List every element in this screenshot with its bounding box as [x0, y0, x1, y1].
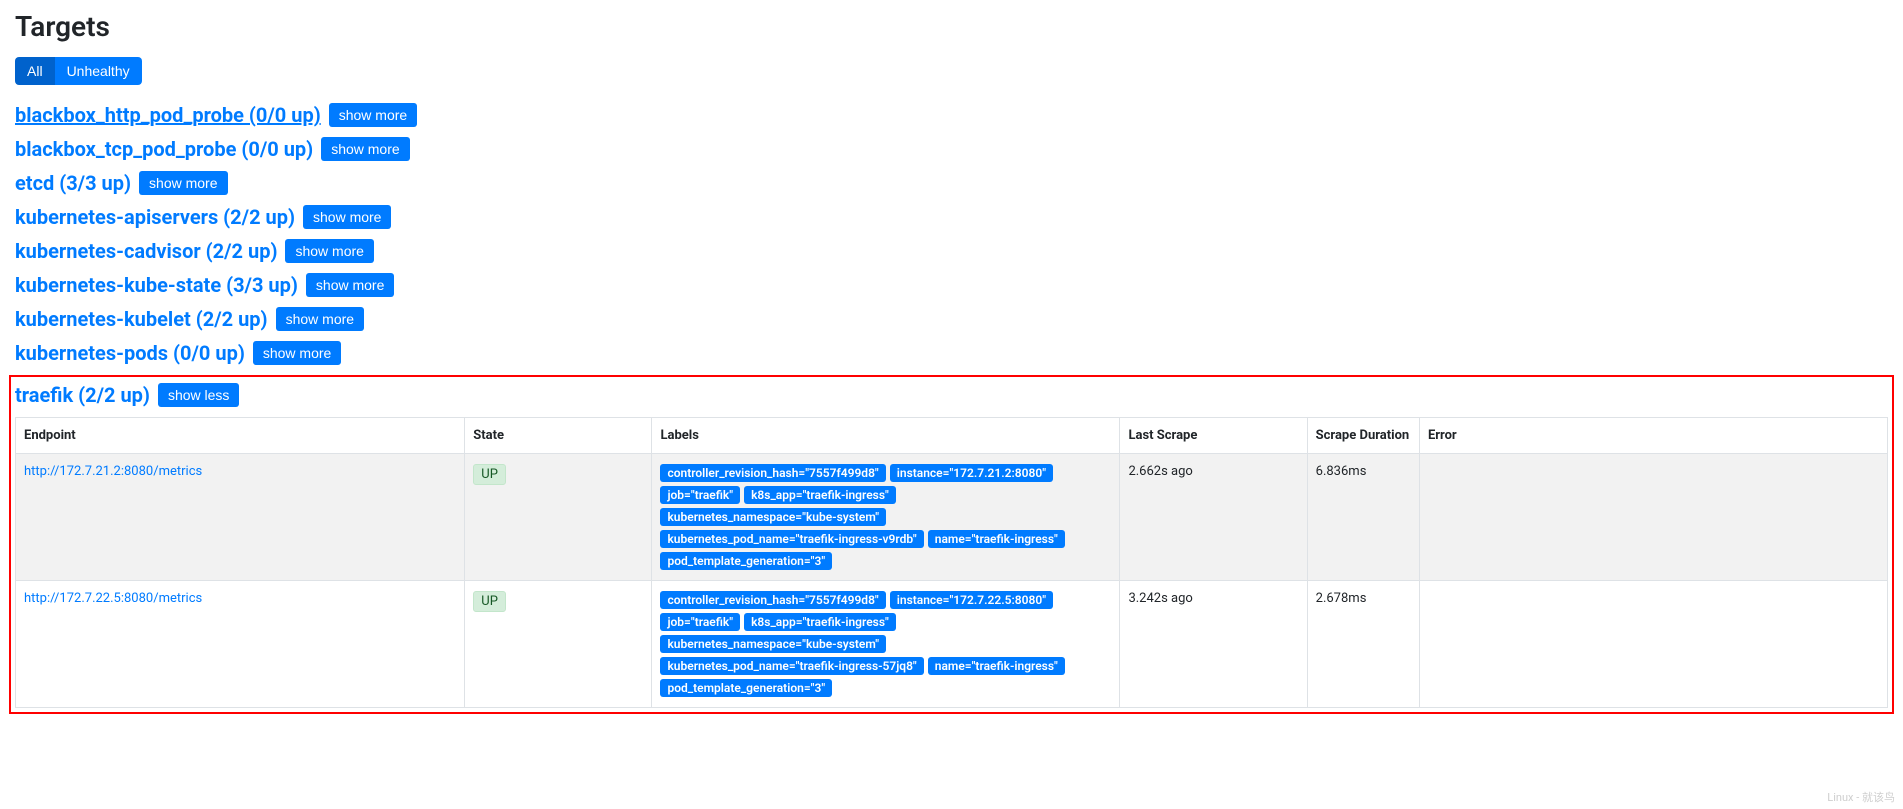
target-link-traefik[interactable]: traefik (2/2 up): [15, 383, 150, 407]
state-badge: UP: [473, 464, 506, 485]
label-badge: kubernetes_namespace="kube-system": [660, 635, 886, 653]
col-endpoint: Endpoint: [16, 418, 465, 454]
endpoints-table: Endpoint State Labels Last Scrape Scrape…: [15, 417, 1888, 708]
col-state: State: [465, 418, 652, 454]
show-more-button[interactable]: show more: [276, 307, 364, 331]
endpoint-link[interactable]: http://172.7.22.5:8080/metrics: [24, 591, 202, 606]
label-badge: name="traefik-ingress": [928, 530, 1065, 548]
show-more-button[interactable]: show more: [321, 137, 409, 161]
target-row: kubernetes-cadvisor (2/2 up) show more: [15, 239, 1888, 263]
col-scrape-duration: Scrape Duration: [1307, 418, 1419, 454]
target-row: kubernetes-apiservers (2/2 up) show more: [15, 205, 1888, 229]
label-badge: k8s_app="traefik-ingress": [744, 613, 896, 631]
show-more-button[interactable]: show more: [139, 171, 227, 195]
table-row: http://172.7.22.5:8080/metrics UP controll…: [16, 581, 1888, 708]
target-row: etcd (3/3 up) show more: [15, 171, 1888, 195]
label-badge: pod_template_generation="3": [660, 552, 832, 570]
show-more-button[interactable]: show more: [329, 103, 417, 127]
target-link[interactable]: kubernetes-kubelet (2/2 up): [15, 307, 268, 331]
filter-unhealthy-button[interactable]: Unhealthy: [55, 57, 142, 85]
target-link[interactable]: kubernetes-cadvisor (2/2 up): [15, 239, 277, 263]
label-badge: name="traefik-ingress": [928, 657, 1065, 675]
label-badge: instance="172.7.21.2:8080": [890, 464, 1053, 482]
target-row: blackbox_tcp_pod_probe (0/0 up) show more: [15, 137, 1888, 161]
show-less-button[interactable]: show less: [158, 383, 239, 407]
label-badge: kubernetes_pod_name="traefik-ingress-57j…: [660, 657, 923, 675]
target-row: kubernetes-kubelet (2/2 up) show more: [15, 307, 1888, 331]
label-badge: kubernetes_pod_name="traefik-ingress-v9r…: [660, 530, 923, 548]
label-badge: instance="172.7.22.5:8080": [890, 591, 1053, 609]
label-badge: controller_revision_hash="7557f499d8": [660, 464, 885, 482]
label-badge: kubernetes_namespace="kube-system": [660, 508, 886, 526]
scrape-duration-cell: 2.678ms: [1307, 581, 1419, 708]
target-row: kubernetes-pods (0/0 up) show more: [15, 341, 1888, 365]
label-badge: k8s_app="traefik-ingress": [744, 486, 896, 504]
target-link[interactable]: blackbox_http_pod_probe (0/0 up): [15, 103, 321, 127]
target-link[interactable]: blackbox_tcp_pod_probe (0/0 up): [15, 137, 313, 161]
filter-all-button[interactable]: All: [15, 57, 55, 85]
table-row: http://172.7.21.2:8080/metrics UP controll…: [16, 454, 1888, 581]
last-scrape-cell: 3.242s ago: [1120, 581, 1307, 708]
error-cell: [1419, 581, 1887, 708]
show-more-button[interactable]: show more: [303, 205, 391, 229]
col-last-scrape: Last Scrape: [1120, 418, 1307, 454]
targets-list: blackbox_http_pod_probe (0/0 up)show mor…: [15, 103, 1888, 365]
show-more-button[interactable]: show more: [285, 239, 373, 263]
show-more-button[interactable]: show more: [306, 273, 394, 297]
label-badge: controller_revision_hash="7557f499d8": [660, 591, 885, 609]
state-badge: UP: [473, 591, 506, 612]
target-row: kubernetes-kube-state (3/3 up) show more: [15, 273, 1888, 297]
expanded-target-box: traefik (2/2 up) show less Endpoint Stat…: [9, 375, 1894, 714]
col-labels: Labels: [652, 418, 1120, 454]
label-badge: job="traefik": [660, 613, 740, 631]
scrape-duration-cell: 6.836ms: [1307, 454, 1419, 581]
target-row: traefik (2/2 up) show less: [15, 383, 1888, 407]
filter-group: All Unhealthy: [15, 57, 1888, 85]
target-link[interactable]: kubernetes-pods (0/0 up): [15, 341, 245, 365]
show-more-button[interactable]: show more: [253, 341, 341, 365]
last-scrape-cell: 2.662s ago: [1120, 454, 1307, 581]
col-error: Error: [1419, 418, 1887, 454]
endpoint-link[interactable]: http://172.7.21.2:8080/metrics: [24, 464, 202, 479]
target-row: blackbox_http_pod_probe (0/0 up) show mor…: [15, 103, 1888, 127]
target-link[interactable]: kubernetes-apiservers (2/2 up): [15, 205, 295, 229]
table-header-row: Endpoint State Labels Last Scrape Scrape…: [16, 418, 1888, 454]
label-badge: pod_template_generation="3": [660, 679, 832, 697]
page-title: Targets: [15, 10, 1888, 43]
target-link[interactable]: kubernetes-kube-state (3/3 up): [15, 273, 298, 297]
label-badge: job="traefik": [660, 486, 740, 504]
target-link[interactable]: etcd (3/3 up): [15, 171, 131, 195]
error-cell: [1419, 454, 1887, 581]
watermark: Linux - 就该鸟: [1827, 789, 1895, 805]
